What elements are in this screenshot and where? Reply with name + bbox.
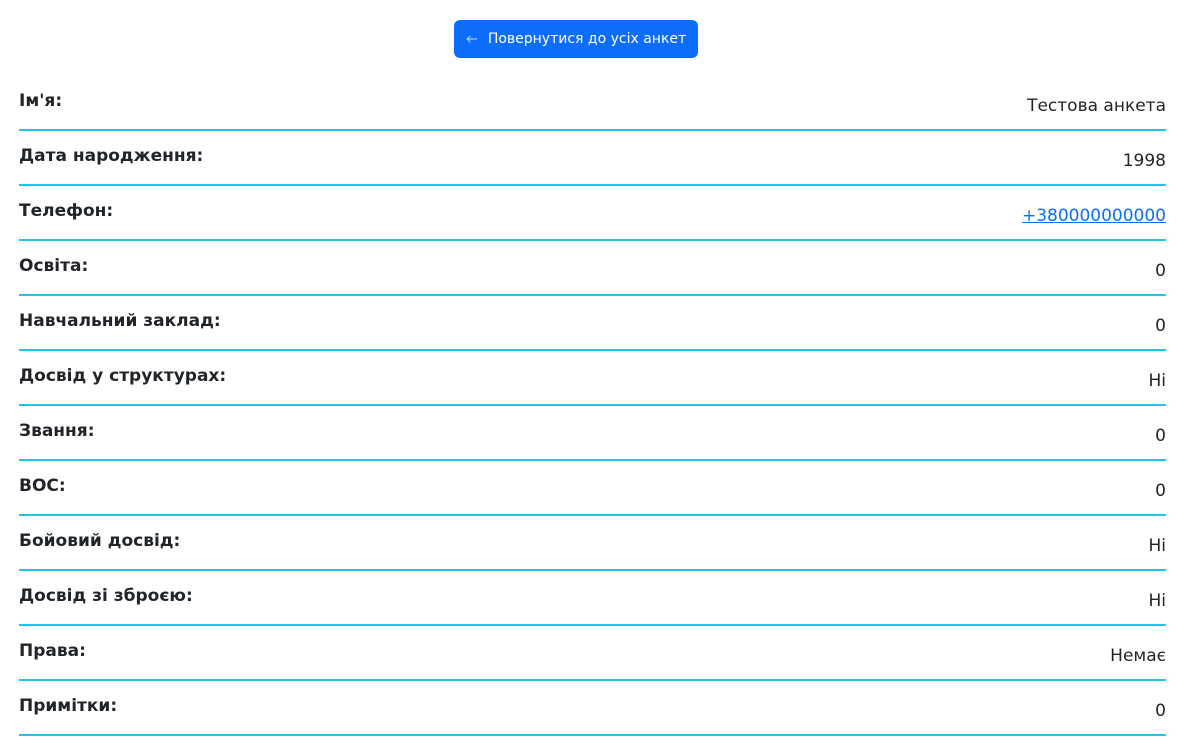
field-label: Дата народження: — [19, 146, 204, 166]
field-value: Ні — [1148, 591, 1166, 611]
field-value: Немає — [1110, 646, 1166, 666]
field-row-structures-experience: Досвід у структурах: Ні — [19, 351, 1166, 406]
field-row-notes: Примітки: 0 — [19, 681, 1166, 736]
field-label: Досвід зі зброєю: — [19, 586, 193, 606]
field-value: 0 — [1155, 261, 1166, 281]
field-value: Ні — [1148, 536, 1166, 556]
arrow-left-icon — [466, 35, 478, 43]
back-button-label: Повернутися до усіх анкет — [487, 31, 687, 47]
field-value: Тестова анкета — [1027, 96, 1166, 116]
field-value: 0 — [1155, 701, 1166, 721]
field-row-name: Ім'я: Тестова анкета — [19, 76, 1166, 131]
field-value: 0 — [1155, 426, 1166, 446]
field-label: Права: — [19, 641, 86, 661]
field-label: Бойовий досвід: — [19, 531, 181, 551]
field-row-combat-experience: Бойовий досвід: Ні — [19, 516, 1166, 571]
profile-page: Повернутися до усіх анкет Ім'я: Тестова … — [0, 0, 1188, 754]
field-row-rank: Звання: 0 — [19, 406, 1166, 461]
field-row-institution: Навчальний заклад: 0 — [19, 296, 1166, 351]
field-row-weapons-experience: Досвід зі зброєю: Ні — [19, 571, 1166, 626]
phone-link[interactable]: +380000000000 — [1022, 206, 1166, 226]
field-label: Ім'я: — [19, 91, 63, 111]
field-row-license: Права: Немає — [19, 626, 1166, 681]
field-label: Телефон: — [19, 201, 114, 221]
field-row-birth-date: Дата народження: 1998 — [19, 131, 1166, 186]
field-value: 0 — [1155, 316, 1166, 336]
field-label: ВОС: — [19, 476, 66, 496]
field-row-phone: Телефон: +380000000000 — [19, 186, 1166, 241]
back-to-all-forms-button[interactable]: Повернутися до усіх анкет — [454, 20, 698, 58]
profile-fields: Ім'я: Тестова анкета Дата народження: 19… — [19, 76, 1166, 736]
field-label: Примітки: — [19, 696, 118, 716]
field-label: Освіта: — [19, 256, 89, 276]
field-label: Звання: — [19, 421, 95, 441]
field-value: Ні — [1148, 371, 1166, 391]
field-row-vos: ВОС: 0 — [19, 461, 1166, 516]
field-value: 0 — [1155, 481, 1166, 501]
field-row-education: Освіта: 0 — [19, 241, 1166, 296]
field-label: Досвід у структурах: — [19, 366, 227, 386]
field-label: Навчальний заклад: — [19, 311, 221, 331]
field-value: 1998 — [1122, 151, 1166, 171]
